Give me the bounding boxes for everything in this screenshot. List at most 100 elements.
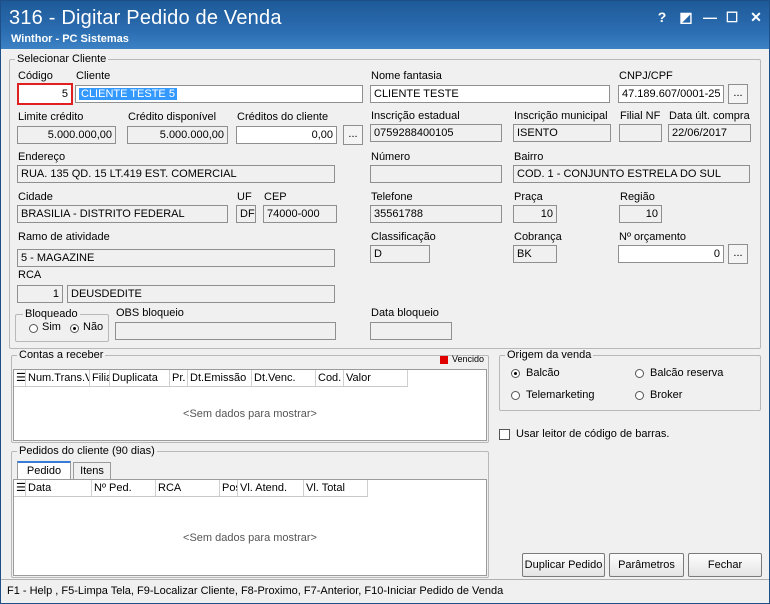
creditos-cliente-button[interactable]: ... — [343, 125, 363, 145]
pedidos-grid-header: ☰ Data Nº Ped. RCA Pos Vl. Atend. Vl. To… — [14, 480, 368, 497]
cep-field: 74000-000 — [263, 205, 337, 223]
col-dt-venc[interactable]: Dt.Venc. — [252, 370, 316, 386]
col-num-trans[interactable]: Num.Trans.V — [26, 370, 90, 386]
window-title: 316 - Digitar Pedido de Venda — [9, 7, 282, 29]
limite-credito-field: 5.000.000,00 — [17, 126, 116, 144]
origem-telemarketing-radio[interactable] — [511, 391, 520, 400]
credito-disponivel-label: Crédito disponível — [128, 111, 217, 123]
cliente-field[interactable]: CLIENTE TESTE 5 — [75, 85, 363, 103]
data-ult-compra-label: Data últ. compra — [669, 110, 750, 122]
maximize-icon[interactable]: ☐ — [723, 8, 741, 26]
nome-fantasia-field[interactable]: CLIENTE TESTE — [370, 85, 610, 103]
pedidos-grid-menu-icon[interactable]: ☰ — [14, 480, 26, 496]
obs-bloqueio-field — [115, 322, 336, 340]
codigo-field[interactable]: 5 — [17, 83, 73, 105]
bairro-field: COD. 1 - CONJUNTO ESTRELA DO SUL — [513, 165, 750, 183]
col-data[interactable]: Data — [26, 480, 92, 496]
col-dt-emissao[interactable]: Dt.Emissão — [188, 370, 252, 386]
filial-nf-field — [619, 124, 662, 142]
cidade-label: Cidade — [18, 191, 53, 203]
filial-nf-label: Filial NF — [620, 110, 661, 122]
classificacao-field: D — [370, 245, 430, 263]
creditos-cliente-field: 0,00 — [236, 126, 337, 144]
data-bloqueio-label: Data bloqueio — [371, 307, 439, 319]
leitor-codigo-barras-checkbox[interactable] — [499, 429, 510, 440]
col-vl-atend[interactable]: Vl. Atend. — [238, 480, 304, 496]
pedidos-empty-message: <Sem dados para mostrar> — [183, 532, 317, 544]
cnpj-label: CNPJ/CPF — [619, 70, 673, 82]
rca-code-field: 1 — [17, 285, 63, 303]
cidade-field: BRASILIA - DISTRITO FEDERAL — [17, 205, 228, 223]
tab-itens[interactable]: Itens — [73, 462, 111, 480]
fechar-button[interactable]: Fechar — [688, 553, 762, 577]
col-pos[interactable]: Pos — [220, 480, 238, 496]
grid-menu-icon[interactable]: ☰ — [14, 370, 26, 386]
title-bar: 316 - Digitar Pedido de Venda Winthor - … — [1, 1, 769, 49]
col-duplicata[interactable]: Duplicata — [110, 370, 170, 386]
endereco-label: Endereço — [18, 151, 66, 163]
contas-grid-header: ☰ Num.Trans.V Filia Duplicata Pr. Dt.Emi… — [14, 370, 408, 387]
limite-credito-label: Limite crédito — [18, 111, 84, 123]
telefone-field: 35561788 — [370, 205, 502, 223]
col-prestacao[interactable]: Pr. — [170, 370, 188, 386]
rca-name-field: DEUSDEDITE — [67, 285, 335, 303]
orcamento-field[interactable]: 0 — [618, 245, 724, 263]
pedidos-cliente-title: Pedidos do cliente (90 dias) — [17, 445, 157, 457]
col-cod[interactable]: Cod. — [316, 370, 344, 386]
data-bloqueio-field — [370, 322, 452, 340]
vencido-legend-swatch — [440, 356, 448, 364]
endereco-field: RUA. 135 QD. 15 LT.419 EST. COMERCIAL — [17, 165, 335, 183]
status-bar: F1 - Help , F5-Limpa Tela, F9-Localizar … — [1, 579, 769, 603]
bloqueado-sim-radio[interactable] — [29, 324, 38, 333]
restore-icon[interactable]: ◩ — [677, 8, 695, 26]
bloqueado-title: Bloqueado — [23, 308, 80, 320]
codigo-label: Código — [18, 70, 53, 82]
origem-broker-radio[interactable] — [635, 391, 644, 400]
orcamento-label: Nº orçamento — [619, 231, 686, 243]
classificacao-label: Classificação — [371, 231, 436, 243]
cnpj-search-button[interactable]: ... — [728, 84, 748, 104]
col-num-ped[interactable]: Nº Ped. — [92, 480, 156, 496]
tab-pedido[interactable]: Pedido — [17, 461, 71, 479]
contas-receber-title: Contas a receber — [17, 349, 106, 361]
minimize-icon[interactable]: — — [701, 8, 719, 26]
inscricao-estadual-field: 0759288400105 — [370, 124, 502, 142]
obs-bloqueio-label: OBS bloqueio — [116, 307, 184, 319]
origem-balcao-radio[interactable] — [511, 369, 520, 378]
praca-label: Praça — [514, 191, 543, 203]
vencido-legend-label: Vencido — [452, 354, 485, 364]
numero-label: Número — [371, 151, 411, 163]
uf-field: DF — [236, 205, 256, 223]
origem-balcao-label: Balcão — [526, 367, 560, 379]
credito-disponivel-field: 5.000.000,00 — [127, 126, 228, 144]
col-vl-total[interactable]: Vl. Total — [304, 480, 368, 496]
help-icon[interactable]: ? — [653, 8, 671, 26]
col-rca[interactable]: RCA — [156, 480, 220, 496]
inscricao-municipal-field: ISENTO — [513, 124, 611, 142]
selecionar-cliente-title: Selecionar Cliente — [15, 53, 109, 65]
col-valor[interactable]: Valor — [344, 370, 408, 386]
main-window: 316 - Digitar Pedido de Venda Winthor - … — [0, 0, 770, 604]
ramo-atividade-label: Ramo de atividade — [18, 231, 110, 243]
col-filial[interactable]: Filia — [90, 370, 110, 386]
numero-field — [370, 165, 502, 183]
cnpj-field[interactable]: 47.189.607/0001-25 — [618, 85, 724, 103]
nome-fantasia-label: Nome fantasia — [371, 70, 442, 82]
cliente-label: Cliente — [76, 70, 111, 82]
status-text: F1 - Help , F5-Limpa Tela, F9-Localizar … — [7, 585, 504, 597]
close-icon[interactable]: ✕ — [747, 8, 765, 26]
origem-balcao-reserva-radio[interactable] — [635, 369, 644, 378]
regiao-label: Região — [620, 191, 655, 203]
contas-empty-message: <Sem dados para mostrar> — [183, 408, 317, 420]
bloqueado-nao-label: Não — [83, 321, 104, 333]
duplicar-pedido-button[interactable]: Duplicar Pedido — [522, 553, 605, 577]
pedidos-grid[interactable]: ☰ Data Nº Ped. RCA Pos Vl. Atend. Vl. To… — [13, 479, 487, 576]
parametros-button[interactable]: Parâmetros — [609, 553, 684, 577]
rca-label: RCA — [18, 269, 42, 281]
window-subtitle: Winthor - PC Sistemas — [11, 33, 129, 45]
orcamento-search-button[interactable]: ... — [728, 244, 748, 264]
contas-receber-grid[interactable]: ☰ Num.Trans.V Filia Duplicata Pr. Dt.Emi… — [13, 369, 487, 441]
bloqueado-nao-radio[interactable] — [70, 324, 79, 333]
inscricao-estadual-label: Inscrição estadual — [371, 110, 460, 122]
origem-venda-title: Origem da venda — [505, 349, 594, 361]
